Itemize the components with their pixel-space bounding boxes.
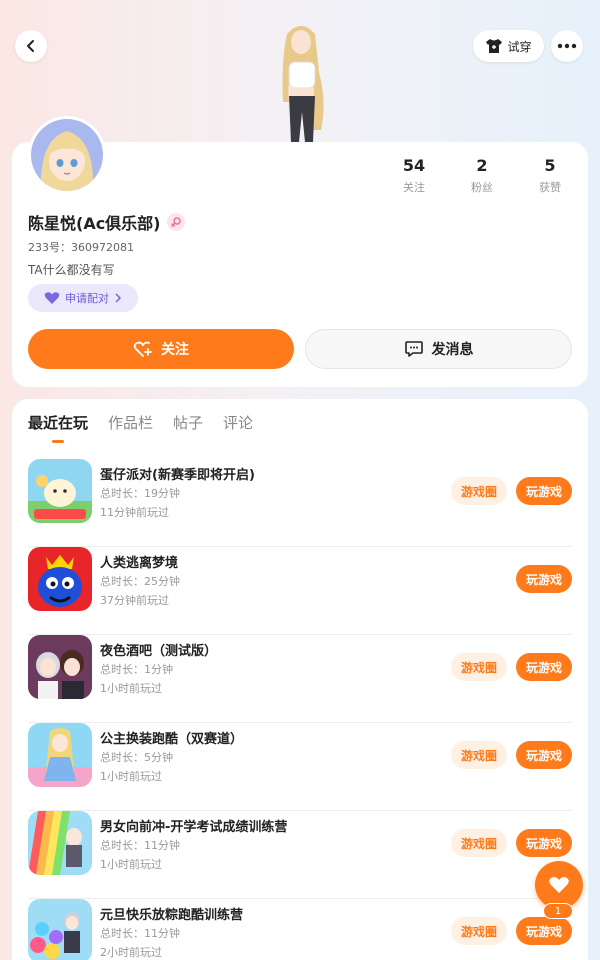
more-dots-icon (557, 43, 577, 49)
tab-comments[interactable]: 评论 (223, 412, 253, 444)
game-icon[interactable] (28, 811, 92, 875)
game-circle-button[interactable]: 游戏圈 (451, 917, 507, 945)
game-icon[interactable] (28, 459, 92, 523)
chevron-right-icon (115, 293, 121, 303)
send-message-button[interactable]: 发消息 (305, 329, 572, 369)
game-circle-button[interactable]: 游戏圈 (451, 653, 507, 681)
try-on-label: 试穿 (507, 39, 532, 54)
game-icon[interactable] (28, 547, 92, 611)
game-circle-button[interactable]: 游戏圈 (451, 829, 507, 857)
game-circle-button[interactable]: 游戏圈 (451, 477, 507, 505)
stat-fans-count: 2 (476, 156, 488, 175)
avatar-3d-figure (265, 22, 337, 142)
play-game-button[interactable]: 玩游戏 (516, 653, 572, 681)
name-row: 陈星悦(Ac俱乐部) (28, 210, 185, 234)
like-count-badge: 1 (543, 903, 573, 919)
follow-button[interactable]: 关注 (28, 329, 294, 369)
try-on-button[interactable]: 试穿 (473, 30, 544, 62)
play-game-button[interactable]: 玩游戏 (516, 477, 572, 505)
game-list-item[interactable]: 蛋仔派对(新赛季即将开启) 总时长：19分钟 11分钟前玩过 游戏圈 玩游戏 (28, 459, 572, 547)
request-pair-button[interactable]: 申请配对 (28, 284, 138, 312)
game-title: 人类逃离梦境 (100, 556, 179, 571)
game-list-item[interactable]: 男女向前冲-开学考试成绩训练营 总时长：11分钟 1小时前玩过 游戏圈 玩游戏 (28, 811, 572, 899)
game-title: 男女向前冲-开学考试成绩训练营 (100, 820, 288, 835)
game-title: 夜色酒吧（测试版） (100, 644, 218, 659)
play-game-button[interactable]: 玩游戏 (516, 917, 572, 945)
user-bio: TA什么都没有写 (28, 263, 115, 277)
female-gender-icon (166, 213, 185, 231)
like-button[interactable] (535, 861, 583, 909)
back-button[interactable] (15, 30, 47, 62)
game-last-played: 37分钟前玩过 (100, 594, 169, 607)
game-duration: 总时长：5分钟 (100, 751, 173, 764)
heart-icon (44, 292, 60, 304)
more-button[interactable] (551, 30, 583, 62)
stat-following[interactable]: 54 关注 (389, 156, 439, 195)
shirt-icon (486, 39, 503, 53)
active-tab-indicator (52, 440, 64, 443)
chevron-left-icon (27, 40, 34, 52)
game-title: 蛋仔派对(新赛季即将开启) (100, 468, 255, 483)
game-last-played: 2小时前玩过 (100, 946, 162, 959)
tab-posts[interactable]: 帖子 (173, 412, 203, 444)
stat-likes-count: 5 (544, 156, 556, 175)
avatar[interactable] (28, 116, 106, 194)
user-id: 233号：360972081 (28, 241, 134, 254)
stat-fans[interactable]: 2 粉丝 (457, 156, 507, 195)
game-last-played: 1小时前玩过 (100, 858, 162, 871)
heart-icon (549, 877, 569, 893)
play-game-button[interactable]: 玩游戏 (516, 565, 572, 593)
content-card: 最近在玩 作品栏 帖子 评论 蛋仔派对(新赛季即将开启) 总时长：19分钟 11… (12, 399, 588, 960)
stat-likes-label: 获赞 (539, 181, 561, 194)
game-last-played: 11分钟前玩过 (100, 506, 169, 519)
game-list-item[interactable]: 夜色酒吧（测试版） 总时长：1分钟 1小时前玩过 游戏圈 玩游戏 (28, 635, 572, 723)
game-last-played: 1小时前玩过 (100, 770, 162, 783)
follow-label: 关注 (161, 342, 189, 358)
game-duration: 总时长：25分钟 (100, 575, 180, 588)
game-duration: 总时长：1分钟 (100, 663, 173, 676)
game-duration: 总时长：11分钟 (100, 927, 180, 940)
game-duration: 总时长：19分钟 (100, 487, 180, 500)
game-duration: 总时长：11分钟 (100, 839, 180, 852)
stat-fans-label: 粉丝 (471, 181, 493, 194)
profile-card: 54 关注 2 粉丝 5 获赞 陈星悦(Ac俱乐部) 233号：36097208… (12, 116, 588, 387)
stat-following-count: 54 (402, 156, 426, 175)
chat-bubble-icon (404, 341, 423, 357)
game-last-played: 1小时前玩过 (100, 682, 162, 695)
top-bar: 试穿 (0, 0, 600, 142)
play-game-button[interactable]: 玩游戏 (516, 829, 572, 857)
game-title: 公主换装跑酷（双赛道） (100, 732, 244, 747)
game-list-item[interactable]: 元旦快乐放粽跑酷训练营 总时长：11分钟 2小时前玩过 游戏圈 玩游戏 (28, 899, 572, 960)
stat-likes[interactable]: 5 获赞 (525, 156, 575, 195)
game-icon[interactable] (28, 899, 92, 960)
heart-plus-icon (133, 341, 152, 357)
game-list-item[interactable]: 公主换装跑酷（双赛道） 总时长：5分钟 1小时前玩过 游戏圈 玩游戏 (28, 723, 572, 811)
game-icon[interactable] (28, 635, 92, 699)
request-pair-label: 申请配对 (65, 292, 109, 305)
play-game-button[interactable]: 玩游戏 (516, 741, 572, 769)
tab-works[interactable]: 作品栏 (108, 412, 153, 444)
send-message-label: 发消息 (431, 342, 474, 358)
game-title: 元旦快乐放粽跑酷训练营 (100, 908, 244, 923)
user-name: 陈星悦(Ac俱乐部) (28, 214, 161, 233)
game-icon[interactable] (28, 723, 92, 787)
stat-following-label: 关注 (403, 181, 425, 194)
game-circle-button[interactable]: 游戏圈 (451, 741, 507, 769)
game-list-item[interactable]: 人类逃离梦境 总时长：25分钟 37分钟前玩过 玩游戏 (28, 547, 572, 635)
